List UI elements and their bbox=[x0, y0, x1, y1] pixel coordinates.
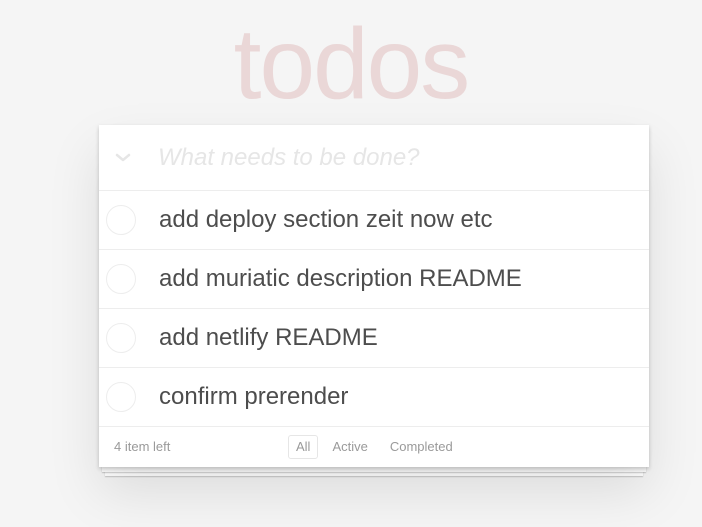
todo-item: add netlify README bbox=[99, 309, 649, 368]
todo-label[interactable]: add deploy section zeit now etc bbox=[159, 191, 493, 249]
todo-item: confirm prerender bbox=[99, 368, 649, 427]
filter-all-link[interactable]: All bbox=[288, 435, 319, 459]
filter-item: Active bbox=[324, 435, 375, 459]
filter-active-link[interactable]: Active bbox=[324, 435, 375, 459]
app-title: todos bbox=[233, 8, 471, 120]
todo-page: todos add deploy section zeit now etc ad… bbox=[0, 0, 702, 527]
todo-card: add deploy section zeit now etc add muri… bbox=[99, 125, 649, 467]
todo-checkbox[interactable] bbox=[106, 382, 136, 412]
filters: All Active Completed bbox=[288, 435, 461, 459]
todo-item: add deploy section zeit now etc bbox=[99, 191, 649, 250]
toggle-all-button[interactable] bbox=[111, 146, 135, 170]
todo-list: add deploy section zeit now etc add muri… bbox=[99, 191, 649, 427]
todo-header bbox=[99, 125, 649, 191]
todo-count: 4 item left bbox=[114, 439, 171, 454]
filter-item: All bbox=[288, 435, 319, 459]
chevron-down-icon bbox=[115, 153, 131, 162]
todo-label[interactable]: add muriatic description README bbox=[159, 250, 522, 308]
todo-footer: 4 item left All Active Completed bbox=[99, 427, 649, 467]
filter-item: Completed bbox=[382, 435, 461, 459]
todo-item: add muriatic description README bbox=[99, 250, 649, 309]
todo-checkbox[interactable] bbox=[106, 323, 136, 353]
todo-label[interactable]: add netlify README bbox=[159, 309, 378, 367]
new-todo-input[interactable] bbox=[158, 138, 628, 178]
todo-checkbox[interactable] bbox=[106, 264, 136, 294]
filter-completed-link[interactable]: Completed bbox=[382, 435, 461, 459]
todo-checkbox[interactable] bbox=[106, 205, 136, 235]
todo-label[interactable]: confirm prerender bbox=[159, 368, 348, 426]
